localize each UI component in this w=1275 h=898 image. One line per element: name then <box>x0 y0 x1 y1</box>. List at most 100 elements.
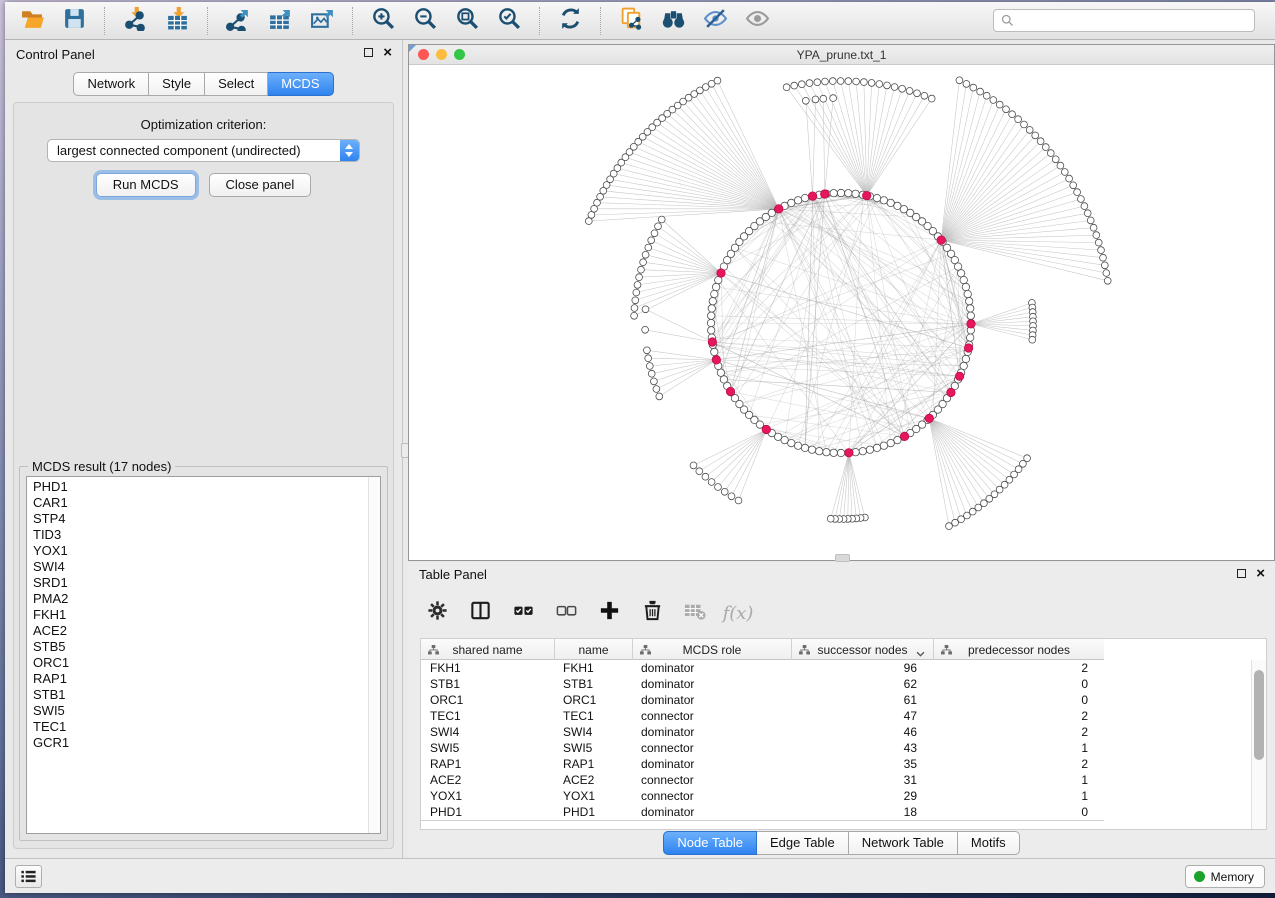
toolbar-separator <box>207 7 208 35</box>
tab-node-table[interactable]: Node Table <box>663 831 757 855</box>
optimization-criterion-label: Optimization criterion: <box>14 117 393 132</box>
close-panel-button[interactable]: Close panel <box>209 173 312 197</box>
mcds-result-node[interactable]: RAP1 <box>27 671 380 687</box>
table-row[interactable]: TEC1TEC1connector472 <box>421 708 1251 724</box>
mcds-result-node[interactable]: FKH1 <box>27 607 380 623</box>
table-row[interactable]: SWI5SWI5connector431 <box>421 740 1251 756</box>
table-row[interactable]: STB1STB1dominator620 <box>421 676 1251 692</box>
save-session-button[interactable] <box>58 6 90 36</box>
tab-network[interactable]: Network <box>73 72 149 96</box>
attribute-icon <box>640 644 651 658</box>
zoom-selected-icon <box>497 6 522 36</box>
network-canvas[interactable] <box>409 65 1274 560</box>
tab-motifs[interactable]: Motifs <box>958 831 1020 855</box>
table-cell: YOX1 <box>554 788 632 804</box>
mcds-result-node[interactable]: GCR1 <box>27 735 380 751</box>
apply-layout-button[interactable] <box>554 6 586 36</box>
zoom-out-button[interactable] <box>409 6 441 36</box>
settings-gear-button[interactable] <box>420 597 454 629</box>
network-window-titlebar[interactable]: YPA_prune.txt_1 <box>409 45 1274 65</box>
deselect-all-icon <box>555 599 578 627</box>
search-input[interactable] <box>993 9 1255 32</box>
table-cell: 0 <box>933 804 1104 820</box>
task-history-button[interactable] <box>15 865 42 888</box>
float-panel-icon[interactable] <box>364 48 373 57</box>
mcds-result-node[interactable]: YOX1 <box>27 543 380 559</box>
table-cell: STB1 <box>421 676 554 692</box>
criterion-dropdown[interactable]: largest connected component (undirected) <box>47 139 360 162</box>
table-row[interactable]: ORC1ORC1dominator610 <box>421 692 1251 708</box>
tab-select[interactable]: Select <box>205 72 268 96</box>
tab-mcds[interactable]: MCDS <box>268 72 333 96</box>
tab-edge-table[interactable]: Edge Table <box>757 831 849 855</box>
column-header-MCDS-role[interactable]: MCDS role <box>632 639 791 660</box>
tab-network-table[interactable]: Network Table <box>849 831 958 855</box>
mcds-result-node[interactable]: SWI5 <box>27 703 380 719</box>
mcds-result-group: MCDS result (17 nodes) PHD1CAR1STP4TID3Y… <box>19 466 388 841</box>
mcds-panel: Optimization criterion: largest connecte… <box>13 102 394 849</box>
search-icon <box>1000 13 1015 28</box>
mcds-result-node[interactable]: TEC1 <box>27 719 380 735</box>
column-layout-button[interactable] <box>463 597 497 629</box>
select-all-button[interactable] <box>506 597 540 629</box>
control-panel: Control Panel × NetworkStyleSelectMCDS O… <box>5 40 403 858</box>
column-header-predecessor-nodes[interactable]: predecessor nodes <box>933 639 1104 660</box>
network-window: YPA_prune.txt_1 <box>408 44 1275 561</box>
mcds-result-node[interactable]: SRD1 <box>27 575 380 591</box>
horizontal-splitter-handle[interactable] <box>835 554 850 562</box>
mcds-result-node[interactable]: STP4 <box>27 511 380 527</box>
table-row[interactable]: PHD1PHD1dominator180 <box>421 804 1251 820</box>
column-layout-icon <box>469 599 492 627</box>
table-cell: dominator <box>632 660 791 676</box>
mcds-result-node[interactable]: CAR1 <box>27 495 380 511</box>
column-header-shared-name[interactable]: shared name <box>421 639 554 660</box>
deselect-all-button[interactable] <box>549 597 583 629</box>
column-header-name[interactable]: name <box>554 639 632 660</box>
table-row[interactable]: RAP1RAP1dominator352 <box>421 756 1251 772</box>
table-row[interactable]: ACE2ACE2connector311 <box>421 772 1251 788</box>
table-scrollbar-thumb[interactable] <box>1254 670 1264 760</box>
first-neighbors-button[interactable] <box>657 6 689 36</box>
add-column-button[interactable] <box>592 597 626 629</box>
delete-column-button[interactable] <box>635 597 669 629</box>
mcds-result-node[interactable]: TID3 <box>27 527 380 543</box>
tab-style[interactable]: Style <box>149 72 205 96</box>
open-session-button[interactable] <box>16 6 48 36</box>
mcds-result-node[interactable]: PHD1 <box>27 479 380 495</box>
import-table-button[interactable] <box>161 6 193 36</box>
table-cell: connector <box>632 788 791 804</box>
table-cell: SWI4 <box>421 724 554 740</box>
hide-selected-button[interactable] <box>699 6 731 36</box>
export-image-button[interactable] <box>306 6 338 36</box>
open-session-icon <box>20 6 45 36</box>
mcds-result-node[interactable]: ACE2 <box>27 623 380 639</box>
table-row[interactable]: YOX1YOX1connector291 <box>421 788 1251 804</box>
mcds-result-node[interactable]: SWI4 <box>27 559 380 575</box>
export-table-button[interactable] <box>264 6 296 36</box>
run-mcds-button[interactable]: Run MCDS <box>96 173 196 197</box>
table-scrollbar[interactable] <box>1251 660 1266 829</box>
memory-button[interactable]: Memory <box>1185 865 1265 888</box>
float-table-panel-icon[interactable] <box>1237 569 1246 578</box>
export-network-button[interactable] <box>222 6 254 36</box>
mcds-result-node[interactable]: STB5 <box>27 639 380 655</box>
zoom-fit-button[interactable] <box>451 6 483 36</box>
mcds-result-node[interactable]: ORC1 <box>27 655 380 671</box>
table-cell: RAP1 <box>421 756 554 772</box>
zoom-in-button[interactable] <box>367 6 399 36</box>
mcds-result-list[interactable]: PHD1CAR1STP4TID3YOX1SWI4SRD1PMA2FKH1ACE2… <box>26 476 381 834</box>
result-list-scrollbar[interactable] <box>368 477 380 833</box>
table-cell: dominator <box>632 804 791 820</box>
column-header-successor-nodes[interactable]: successor nodes <box>791 639 933 660</box>
table-row[interactable]: SWI4SWI4dominator462 <box>421 724 1251 740</box>
zoom-selected-button[interactable] <box>493 6 525 36</box>
table-row[interactable]: FKH1FKH1dominator962 <box>421 660 1251 676</box>
import-network-button[interactable] <box>119 6 151 36</box>
mcds-result-node[interactable]: PMA2 <box>27 591 380 607</box>
table-toolbar: f(x) <box>420 592 1267 634</box>
copy-network-button[interactable] <box>615 6 647 36</box>
close-table-panel-icon[interactable]: × <box>1256 568 1265 579</box>
close-panel-icon[interactable]: × <box>383 47 392 58</box>
mcds-result-node[interactable]: STB1 <box>27 687 380 703</box>
table-cell: 62 <box>791 676 933 692</box>
